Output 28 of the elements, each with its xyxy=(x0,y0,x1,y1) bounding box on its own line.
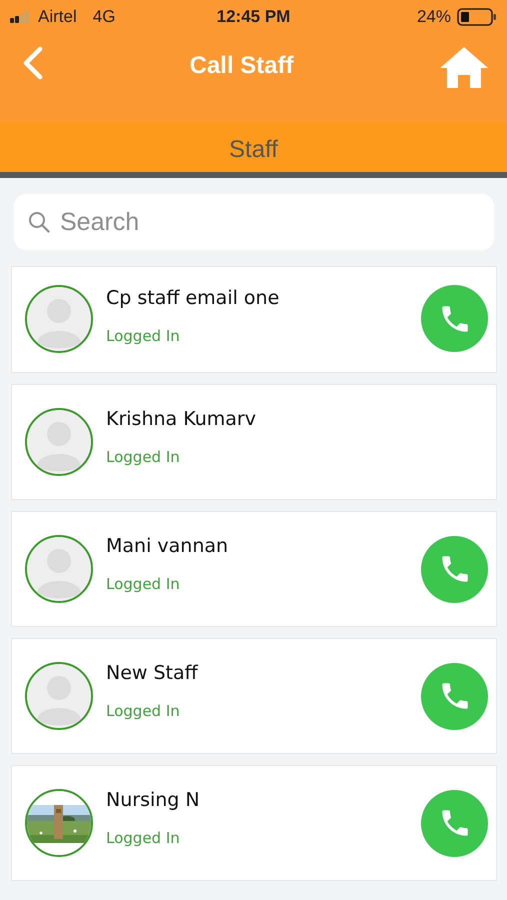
back-chevron-icon xyxy=(22,46,44,80)
staff-card[interactable]: Krishna Kumarv Logged In xyxy=(11,384,497,500)
clock-time: 12:45 PM xyxy=(216,7,290,27)
search-icon xyxy=(28,211,50,233)
battery-percent: 24% xyxy=(416,7,451,27)
home-button[interactable] xyxy=(438,46,489,88)
login-status: Logged In xyxy=(106,326,181,344)
home-icon xyxy=(438,46,489,88)
staff-name: New Staff xyxy=(106,662,200,684)
staff-card[interactable]: Mani vannan Logged In xyxy=(11,511,497,627)
login-status: Logged In xyxy=(106,702,181,720)
staff-name: Nursing N xyxy=(106,789,201,811)
carrier-name: Airtel xyxy=(38,7,77,27)
back-button[interactable] xyxy=(22,46,44,80)
screen-title: Call Staff xyxy=(189,52,294,80)
login-status: Logged In xyxy=(106,575,181,593)
login-status: Logged In xyxy=(106,448,181,466)
battery-icon xyxy=(456,8,497,26)
network-type: 4G xyxy=(92,7,116,27)
staff-card[interactable]: Nursing N Logged In xyxy=(11,765,497,881)
staff-name: Krishna Kumarv xyxy=(106,408,257,430)
staff-name: Mani vannan xyxy=(106,535,230,557)
login-status: Logged In xyxy=(106,829,181,847)
staff-name: Cp staff email one xyxy=(106,286,280,308)
signal-icon xyxy=(10,11,32,23)
staff-card[interactable]: New Staff Logged In xyxy=(11,638,497,754)
staff-card[interactable]: Cp staff email one Logged In xyxy=(11,266,497,373)
search-field[interactable]: Search xyxy=(14,194,494,250)
